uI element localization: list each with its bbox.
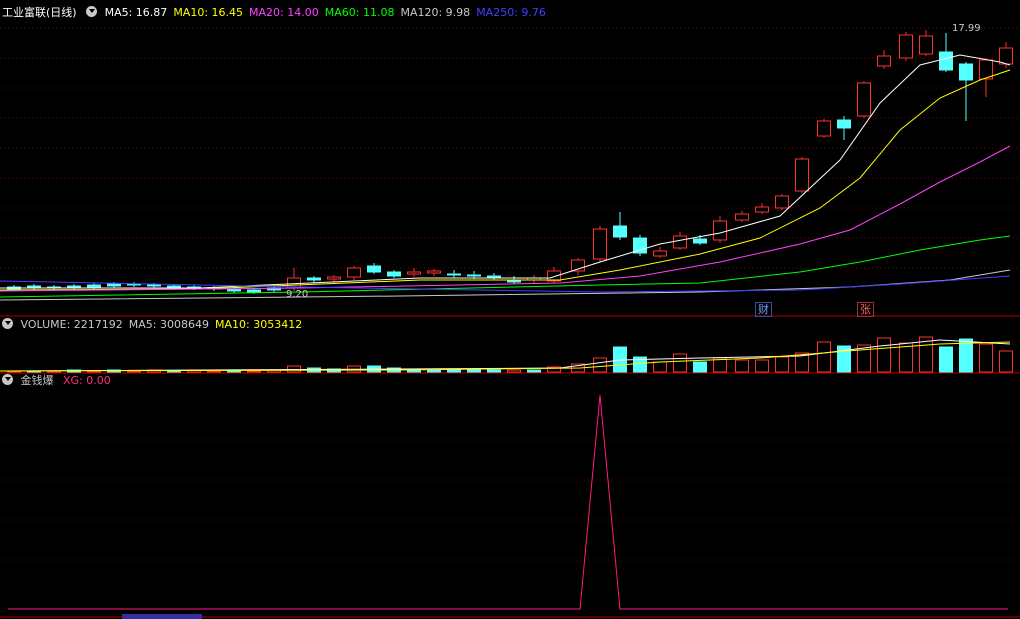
volume-bar (775, 356, 789, 373)
volume-label-2: MA10: 3053412 (214, 318, 303, 331)
high-price-label: 17.99 (952, 23, 981, 34)
candle-body (247, 289, 261, 293)
candle-body (407, 271, 421, 275)
candle-body (613, 225, 627, 238)
volume-bar (467, 369, 481, 373)
candle-body (817, 120, 831, 137)
volume-bar (959, 338, 973, 373)
ma-label-5: MA250: 9.76 (476, 6, 546, 19)
volume-bar (247, 370, 261, 373)
volume-bar (527, 369, 541, 373)
volume-bar (487, 369, 501, 373)
candle-body (735, 213, 749, 221)
indicator-header: 金钱爆 XG: 0.00 (2, 374, 123, 388)
candle-body (633, 237, 647, 254)
candle-body (467, 274, 481, 277)
volume-bar (877, 337, 891, 373)
candle-body (959, 63, 973, 81)
volume-bar (167, 370, 181, 373)
volume-header: VOLUME: 2217192 MA5: 3008649 MA10: 3053412 (2, 318, 314, 332)
ma-label-1: MA10: 16.45 (173, 6, 244, 19)
ma-label-0: MA5: 16.87 (104, 6, 168, 19)
candle-body (427, 270, 441, 274)
volume-bar (735, 359, 749, 373)
volume-bar (755, 359, 769, 373)
dropdown-circle-icon[interactable] (86, 6, 98, 17)
ma-label-2: MA20: 14.00 (249, 6, 319, 19)
candle-body (837, 119, 851, 129)
volume-label-1: MA5: 3008649 (128, 318, 209, 331)
candle-body (653, 250, 667, 257)
candle-body (899, 34, 913, 59)
candle-body (755, 206, 769, 213)
candle-body (877, 55, 891, 67)
date-cursor-box (122, 614, 202, 619)
volume-bar (693, 361, 707, 373)
volume-bar (979, 343, 993, 373)
volume-bar (999, 350, 1013, 373)
candle-body (147, 284, 161, 287)
candle-body (107, 283, 121, 287)
main-header: 工业富联(日线) MA5: 16.87 MA10: 16.45 MA20: 14.0… (2, 6, 558, 20)
volume-bar (939, 346, 953, 373)
volume-bar (673, 353, 687, 373)
candle-body (919, 35, 933, 55)
candle-body (487, 275, 501, 278)
volume-bar (447, 369, 461, 373)
candle-body (347, 267, 361, 278)
volume-bar (507, 369, 521, 373)
volume-bar (817, 341, 831, 373)
candle-body (227, 288, 241, 292)
candle-body (693, 238, 707, 244)
stock-title: 工业富联(日线) (2, 6, 77, 19)
candle-body (167, 285, 181, 288)
xg-line (8, 394, 1008, 610)
indicator-title: 金钱爆 (20, 374, 54, 387)
candle-body (327, 276, 341, 280)
dropdown-circle-icon[interactable] (2, 374, 13, 385)
ma-label-3: MA60: 11.08 (324, 6, 395, 19)
rise-tag[interactable]: 张 (857, 302, 874, 317)
volume-bar (427, 369, 441, 373)
candle-body (87, 284, 101, 288)
indicator-label-0: XG: 0.00 (63, 374, 111, 387)
finance-tag[interactable]: 财 (755, 302, 772, 317)
candle-body (999, 47, 1013, 65)
candle-body (939, 51, 953, 71)
candle-body (593, 228, 607, 260)
candle-body (447, 273, 461, 276)
candle-body (857, 82, 871, 117)
candle-body (713, 220, 727, 241)
volume-bar (287, 365, 301, 373)
dropdown-circle-icon[interactable] (2, 318, 13, 329)
candle-body (673, 235, 687, 249)
stock-chart-window: 工业富联(日线) MA5: 16.87 MA10: 16.45 MA20: 14.0… (0, 0, 1020, 619)
volume-bar (207, 370, 221, 373)
candle-body (67, 285, 81, 288)
volume-bar (653, 361, 667, 373)
candle-body (307, 277, 321, 281)
low-price-label: 9.20 (286, 289, 309, 300)
volume-bar (593, 357, 607, 373)
ma-label-4: MA120: 9.98 (400, 6, 471, 19)
candle-body (367, 265, 381, 273)
ma20-line (0, 145, 1011, 292)
candle-body (387, 271, 401, 277)
candle-body (775, 195, 789, 209)
candle-body (795, 158, 809, 192)
volume-label-0: VOLUME: 2217192 (20, 318, 123, 331)
